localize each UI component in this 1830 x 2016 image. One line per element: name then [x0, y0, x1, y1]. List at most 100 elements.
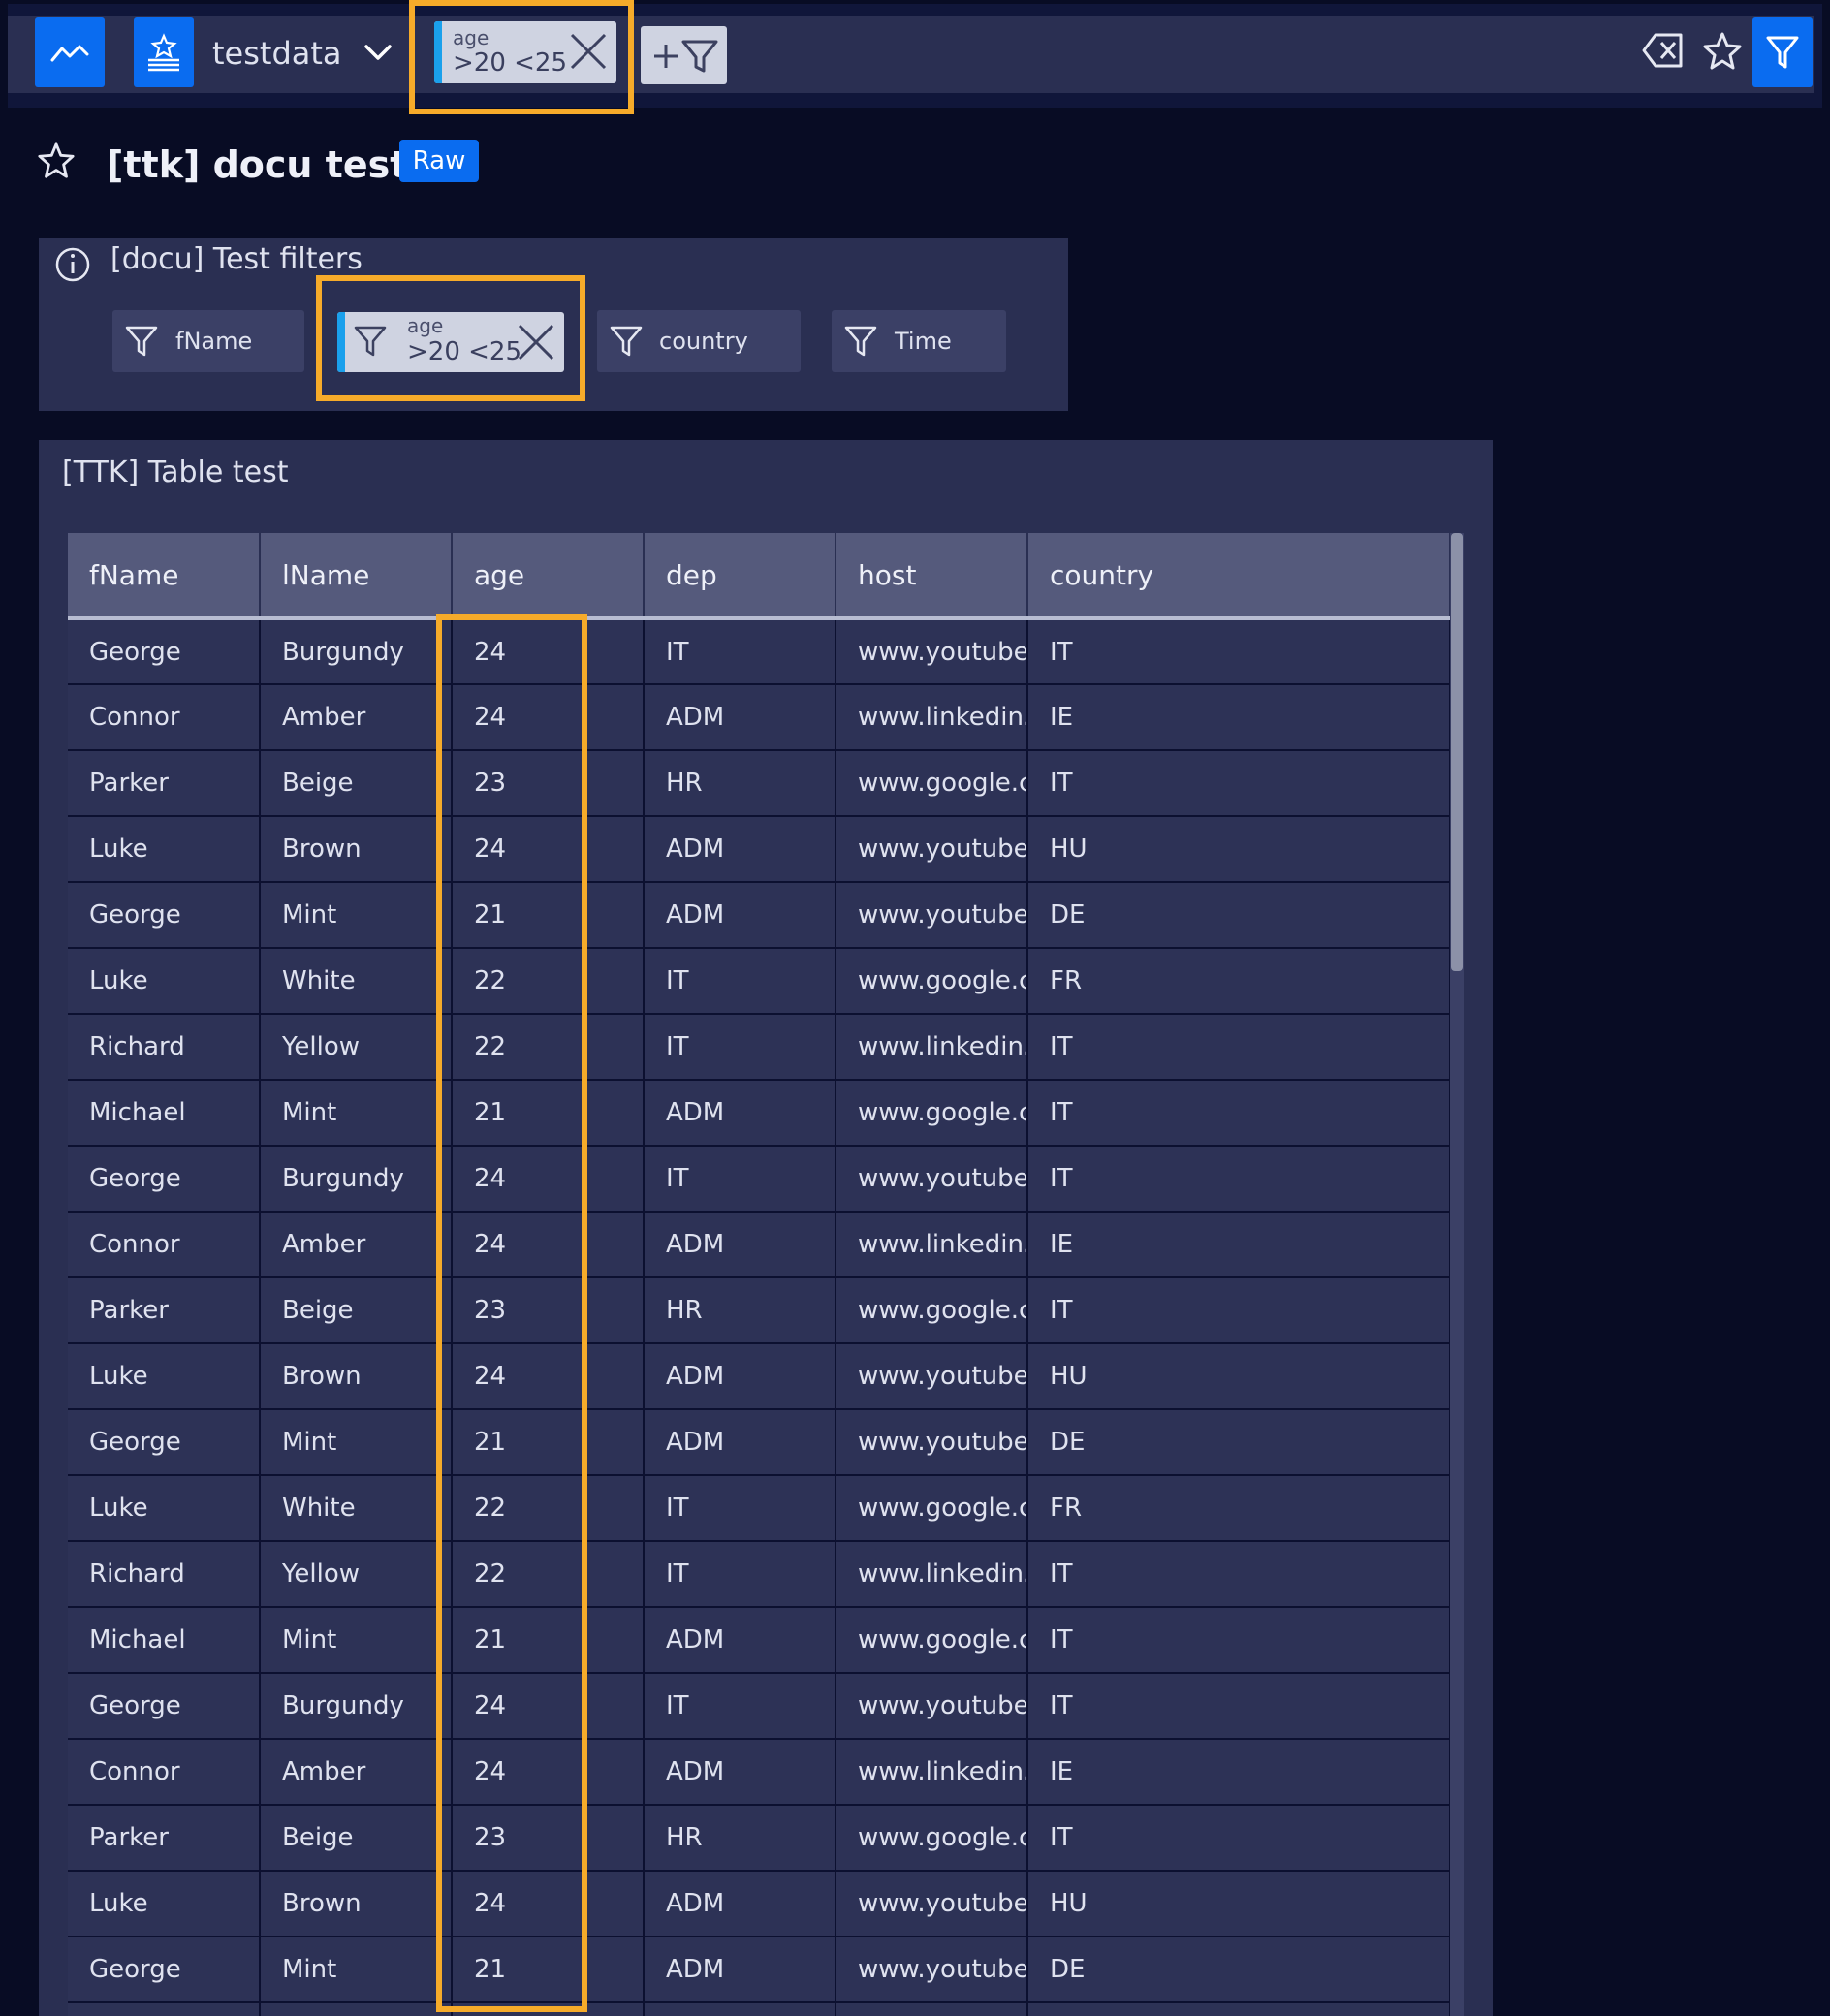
- table-cell-host: www.google.c: [836, 1080, 1028, 1147]
- table-cell-country: IE: [1027, 1739, 1451, 1806]
- table-body: George Burgundy 24 IT www.youtube IT Connor Amb…: [68, 618, 1451, 2016]
- table-cell-lname: Beige: [260, 1277, 453, 1344]
- table-cell-lname: Mint: [260, 1409, 453, 1476]
- table-cell-host: www.youtube: [836, 1937, 1028, 2003]
- favorite-star-icon[interactable]: [37, 142, 76, 180]
- table-cell-host: www.linkedin.: [836, 1541, 1028, 1608]
- table-cell-host: www.youtube: [836, 816, 1028, 883]
- add-filter-button[interactable]: [641, 26, 727, 84]
- table-row[interactable]: Luke Brown 24 ADM www.youtube HU: [68, 1871, 1451, 1937]
- table-cell-country: IT: [1027, 750, 1451, 817]
- dataset-button[interactable]: [134, 17, 194, 87]
- table-cell-host: www.youtube: [836, 1673, 1028, 1740]
- table-cell-host: www.linkedin.: [836, 1212, 1028, 1278]
- raw-badge[interactable]: Raw: [399, 140, 479, 182]
- table-cell-lname: Mint: [260, 1937, 453, 2003]
- table-row[interactable]: Michael Mint 21 ADM www.google.c IT: [68, 1080, 1451, 1147]
- column-header-host[interactable]: host: [836, 533, 1028, 620]
- table-cell-fname: Luke: [68, 948, 261, 1015]
- table-row[interactable]: Luke White 22 IT www.google.c FR: [68, 1475, 1451, 1542]
- table-cell-dep: IT: [644, 618, 836, 685]
- table-row[interactable]: George Mint 21 ADM www.youtube DE: [68, 1937, 1451, 2003]
- table-cell-country: DE: [1027, 882, 1451, 949]
- table-cell-host: www.youtube: [836, 1871, 1028, 1937]
- table-cell-fname: George: [68, 882, 261, 949]
- table-cell-fname: Luke: [68, 1343, 261, 1410]
- table-cell-host: [836, 2002, 1028, 2016]
- filter-icon: [610, 326, 643, 357]
- filters-toggle-button[interactable]: [1752, 17, 1813, 87]
- table-cell-lname: Mint: [260, 1080, 453, 1147]
- page-title: [ttk] docu test: [107, 143, 408, 186]
- table-cell-fname: Connor: [68, 1739, 261, 1806]
- table-cell-fname: Luke: [68, 1871, 261, 1937]
- dataset-icon: [148, 33, 179, 72]
- table-row[interactable]: Parker Beige 23 HR www.google.c IT: [68, 750, 1451, 817]
- table-cell-dep: IT: [644, 1146, 836, 1213]
- app-menu-button[interactable]: [35, 17, 105, 87]
- filter-pill-fname[interactable]: fName: [112, 310, 304, 372]
- table-row[interactable]: Michael Mint 21 ADM www.google.c IT: [68, 1607, 1451, 1674]
- table-row[interactable]: Connor Amber 24 ADM www.linkedin. IE: [68, 1212, 1451, 1278]
- dataset-name[interactable]: testdata: [212, 35, 342, 72]
- table-row[interactable]: Parker Beige 23 HR www.google.c IT: [68, 1277, 1451, 1344]
- table-row[interactable]: Parker Beige 23 HR www.google.c IT: [68, 1805, 1451, 1872]
- table-cell-lname: Brown: [260, 816, 453, 883]
- table-row[interactable]: Connor Amber 24 ADM www.linkedin. IE: [68, 684, 1451, 751]
- table-row[interactable]: Richard Yellow 22 IT www.linkedin. IT: [68, 1541, 1451, 1608]
- table-row[interactable]: Luke White 22 IT www.google.c FR: [68, 948, 1451, 1015]
- table-cell-lname: [260, 2002, 453, 2016]
- column-header-lname[interactable]: lName: [260, 533, 453, 620]
- activity-icon: [50, 45, 89, 62]
- table-cell-lname: Amber: [260, 1739, 453, 1806]
- column-header-fname[interactable]: fName: [68, 533, 261, 620]
- table-cell-dep: ADM: [644, 1607, 836, 1674]
- table-cell-country: FR: [1027, 948, 1451, 1015]
- table-cell-lname: Burgundy: [260, 1146, 453, 1213]
- table-row[interactable]: Richard Yellow 22 IT www.linkedin. IT: [68, 1014, 1451, 1081]
- highlight-box-header-filter: [409, 0, 634, 114]
- table-row[interactable]: [68, 2002, 1451, 2016]
- filter-pill-country[interactable]: country: [597, 310, 801, 372]
- table-cell-host: www.google.c: [836, 1475, 1028, 1542]
- column-header-dep[interactable]: dep: [644, 533, 836, 620]
- table-cell-dep: IT: [644, 1014, 836, 1081]
- table-cell-country: FR: [1027, 1475, 1451, 1542]
- table-cell-dep: ADM: [644, 882, 836, 949]
- table-row[interactable]: George Mint 21 ADM www.youtube DE: [68, 1409, 1451, 1476]
- table-cell-dep: HR: [644, 1277, 836, 1344]
- table-cell-country: IT: [1027, 1014, 1451, 1081]
- filter-pill-label: Time: [895, 328, 952, 355]
- table-cell-lname: Yellow: [260, 1541, 453, 1608]
- table-row[interactable]: Luke Brown 24 ADM www.youtube HU: [68, 1343, 1451, 1410]
- table-row[interactable]: Connor Amber 24 ADM www.linkedin. IE: [68, 1739, 1451, 1806]
- column-header-country[interactable]: country: [1027, 533, 1451, 620]
- table-cell-fname: Michael: [68, 1607, 261, 1674]
- table-cell-country: HU: [1027, 1871, 1451, 1937]
- table-row[interactable]: George Mint 21 ADM www.youtube DE: [68, 882, 1451, 949]
- table-cell-fname: Connor: [68, 1212, 261, 1278]
- table-cell-host: www.youtube: [836, 1146, 1028, 1213]
- filter-icon: [1766, 36, 1799, 69]
- table-cell-lname: Brown: [260, 1871, 453, 1937]
- chevron-down-icon[interactable]: [361, 35, 395, 70]
- table-cell-fname: Luke: [68, 816, 261, 883]
- table-cell-country: IT: [1027, 1541, 1451, 1608]
- table-cell-fname: George: [68, 1937, 261, 2003]
- filter-pill-time[interactable]: Time: [832, 310, 1006, 372]
- column-header-age[interactable]: age: [452, 533, 645, 620]
- table-cell-fname: George: [68, 1673, 261, 1740]
- table-row[interactable]: George Burgundy 24 IT www.youtube IT: [68, 1673, 1451, 1740]
- table-cell-fname: Connor: [68, 684, 261, 751]
- star-icon[interactable]: [1702, 31, 1743, 72]
- info-icon[interactable]: [54, 246, 91, 283]
- table-cell-host: www.google.c: [836, 948, 1028, 1015]
- table-row[interactable]: Luke Brown 24 ADM www.youtube HU: [68, 816, 1451, 883]
- table-cell-country: DE: [1027, 1937, 1451, 2003]
- table-row[interactable]: George Burgundy 24 IT www.youtube IT: [68, 1146, 1451, 1213]
- table-scrollbar-thumb[interactable]: [1451, 533, 1463, 971]
- table-row[interactable]: George Burgundy 24 IT www.youtube IT: [68, 618, 1451, 685]
- table-cell-lname: White: [260, 1475, 453, 1542]
- filter-pill-label: country: [659, 328, 748, 355]
- clear-filters-icon[interactable]: [1642, 31, 1685, 70]
